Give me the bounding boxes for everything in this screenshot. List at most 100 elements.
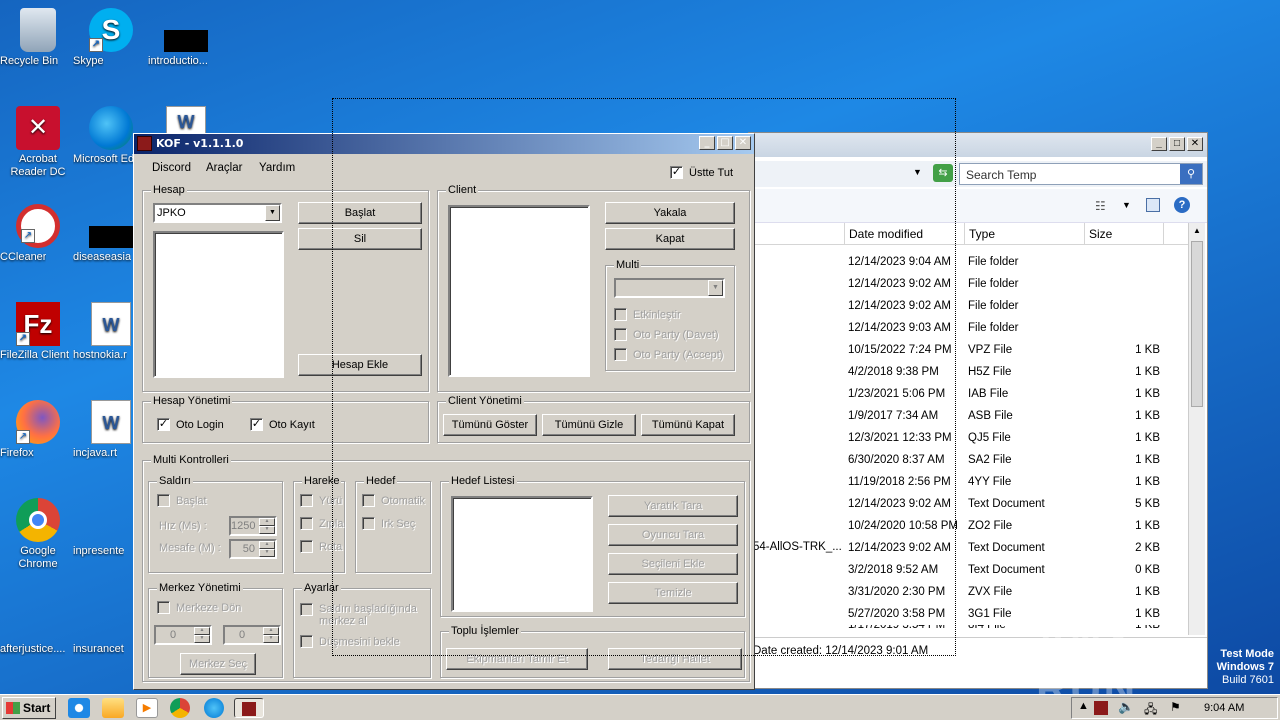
menu-yardim[interactable]: Yardım bbox=[259, 162, 295, 174]
desktop-icon-filezilla[interactable]: Fz ↗ FileZilla Client bbox=[0, 302, 76, 361]
show-hidden-icons-icon[interactable]: ▲ bbox=[1078, 700, 1089, 712]
internet-explorer-icon[interactable] bbox=[68, 698, 90, 718]
tedarigi-hallet-button[interactable]: Tedariği Hallet bbox=[608, 648, 742, 670]
spin-down-icon[interactable]: ▼ bbox=[259, 549, 275, 557]
clock[interactable]: 9:04 AM bbox=[1204, 702, 1244, 714]
ekipmanlari-tamir-button[interactable]: Ekipmanları Tamir Et bbox=[446, 648, 588, 670]
ustte-tut-checkbox[interactable]: ✓ Üstte Tut bbox=[670, 166, 733, 179]
kapat-button[interactable]: Kapat bbox=[605, 228, 735, 250]
mesafe-spinner[interactable]: 50 ▲ ▼ bbox=[229, 539, 277, 559]
merkez-x-spinner[interactable]: 0 ▲ ▼ bbox=[154, 625, 212, 645]
desktop-icon-afterjustice[interactable]: afterjustice.... bbox=[0, 596, 76, 655]
search-input[interactable]: Search Temp bbox=[966, 168, 1036, 182]
merkeze-don-checkbox[interactable]: Merkeze Dön bbox=[157, 601, 241, 614]
hedef-list[interactable] bbox=[451, 496, 593, 612]
rota-checkbox[interactable]: Rota bbox=[300, 540, 342, 553]
desktop-icon-chrome[interactable]: Google Chrome bbox=[0, 498, 76, 570]
etkinlestir-checkbox[interactable]: Etkinleştir bbox=[614, 308, 681, 321]
desktop-word-file[interactable]: W bbox=[148, 106, 224, 136]
close-icon[interactable]: ✕ bbox=[735, 136, 751, 150]
chrome-icon[interactable] bbox=[170, 698, 190, 718]
table-row[interactable]: 1/9/2017 7:34 AM ASB File 1 KB bbox=[848, 405, 1160, 427]
scroll-thumb[interactable] bbox=[1191, 241, 1203, 407]
table-row[interactable]: 4/2/2018 9:38 PM H5Z File 1 KB bbox=[848, 361, 1160, 383]
spin-down-icon[interactable]: ▼ bbox=[194, 635, 210, 643]
basla-button[interactable]: Başlat bbox=[298, 202, 422, 224]
table-row[interactable]: 12/14/2023 9:02 AM Text Document 5 KB bbox=[848, 493, 1160, 515]
menu-discord[interactable]: Discord bbox=[152, 162, 191, 174]
spin-down-icon[interactable]: ▼ bbox=[263, 635, 279, 643]
chevron-down-icon[interactable]: ▼ bbox=[265, 205, 280, 221]
column-type[interactable]: Type bbox=[964, 223, 995, 245]
table-row[interactable]: 3/31/2020 2:30 PM ZVX File 1 KB bbox=[848, 581, 1160, 603]
table-row[interactable]: 12/14/2023 9:04 AM File folder bbox=[848, 251, 1160, 273]
close-icon[interactable]: ✕ bbox=[1187, 137, 1203, 151]
saldiri-baslat-checkbox[interactable]: Başlat bbox=[157, 494, 207, 507]
vertical-scrollbar[interactable]: ▲ bbox=[1188, 223, 1205, 635]
chevron-down-icon[interactable]: ▼ bbox=[1122, 200, 1131, 210]
column-date-modified[interactable]: Date modified bbox=[844, 223, 923, 245]
dusmesini-bekle-checkbox[interactable]: Düşmesini bekle bbox=[300, 635, 400, 648]
maximize-icon[interactable]: □ bbox=[717, 136, 733, 150]
minimize-icon[interactable]: _ bbox=[699, 136, 715, 150]
desktop-icon-introductio[interactable]: introductio... bbox=[148, 8, 224, 67]
desktop-icon-acrobat[interactable]: ✕ Acrobat Reader DC bbox=[0, 106, 76, 178]
desktop-icon-ccleaner[interactable]: ↗ CCleaner bbox=[0, 204, 76, 263]
oto-kayit-checkbox[interactable]: ✓ Oto Kayıt bbox=[250, 418, 315, 431]
table-row[interactable]: 12/14/2023 9:02 AM Text Document 2 KB bbox=[848, 537, 1160, 559]
table-row[interactable]: 12/14/2023 9:02 AM File folder bbox=[848, 273, 1160, 295]
table-row[interactable]: 6/30/2020 8:37 AM SA2 File 1 KB bbox=[848, 449, 1160, 471]
volume-icon[interactable]: 🔈 bbox=[1118, 699, 1134, 715]
kof-taskbar-button[interactable] bbox=[234, 698, 264, 718]
oyuncu-tara-button[interactable]: Oyuncu Tara bbox=[608, 524, 738, 546]
oto-party-accept-checkbox[interactable]: Oto Party (Accept) bbox=[614, 348, 723, 361]
otomatik-checkbox[interactable]: Otomatik bbox=[362, 494, 425, 507]
help-icon[interactable]: ? bbox=[1174, 197, 1190, 213]
merkez-sec-button[interactable]: Merkez Seç bbox=[180, 653, 256, 675]
spin-up-icon[interactable]: ▲ bbox=[263, 627, 279, 635]
search-icon[interactable]: ⚲ bbox=[1180, 164, 1202, 184]
sil-button[interactable]: Sil bbox=[298, 228, 422, 250]
media-player-icon[interactable]: ▶ bbox=[136, 698, 158, 718]
spin-up-icon[interactable]: ▲ bbox=[194, 627, 210, 635]
search-box[interactable]: Search Temp ⚲ bbox=[959, 163, 1203, 185]
saldiri-basladiginda-checkbox[interactable]: Saldırı başladığında merkez al bbox=[300, 603, 424, 627]
column-size[interactable]: Size bbox=[1084, 223, 1164, 245]
tumunu-goster-button[interactable]: Tümünü Göster bbox=[443, 414, 537, 436]
secileni-ekle-button[interactable]: Seçileni Ekle bbox=[608, 553, 738, 575]
spin-up-icon[interactable]: ▲ bbox=[259, 518, 275, 526]
yuru-checkbox[interactable]: Yürü bbox=[300, 494, 342, 507]
network-icon[interactable]: 🖧 bbox=[1144, 700, 1157, 720]
spin-up-icon[interactable]: ▲ bbox=[259, 541, 275, 549]
oto-party-davet-checkbox[interactable]: Oto Party (Davet) bbox=[614, 328, 719, 341]
kof-tray-icon[interactable] bbox=[1094, 701, 1108, 715]
table-row[interactable]: 12/14/2023 9:03 AM File folder bbox=[848, 317, 1160, 339]
chevron-down-icon[interactable]: ▼ bbox=[708, 280, 723, 296]
preview-pane-icon[interactable] bbox=[1146, 198, 1160, 212]
client-list[interactable] bbox=[448, 205, 590, 377]
table-row[interactable]: 12/3/2021 12:33 PM QJ5 File 1 KB bbox=[848, 427, 1160, 449]
temizle-button[interactable]: Temizle bbox=[608, 582, 738, 604]
yaratik-tara-button[interactable]: Yaratık Tara bbox=[608, 495, 738, 517]
file-explorer-icon[interactable] bbox=[102, 698, 124, 718]
table-row[interactable]: 10/24/2020 10:58 PM ZO2 File 1 KB bbox=[848, 515, 1160, 537]
chevron-down-icon[interactable]: ▼ bbox=[913, 167, 922, 177]
yakala-button[interactable]: Yakala bbox=[605, 202, 735, 224]
view-options-icon[interactable]: ☷ bbox=[1095, 199, 1106, 213]
scroll-up-icon[interactable]: ▲ bbox=[1189, 223, 1205, 239]
desktop-icon-recycle-bin[interactable]: Recycle Bin bbox=[0, 8, 76, 67]
table-row[interactable]: 1/23/2021 5:06 PM IAB File 1 KB bbox=[848, 383, 1160, 405]
maximize-icon[interactable]: □ bbox=[1169, 137, 1185, 151]
desktop-icon-skype[interactable]: S ↗ Skype bbox=[73, 8, 149, 67]
refresh-icon[interactable]: ⇆ bbox=[933, 164, 953, 182]
multi-combo[interactable]: ▼ bbox=[614, 278, 725, 298]
tumunu-kapat-button[interactable]: Tümünü Kapat bbox=[641, 414, 735, 436]
irk-sec-checkbox[interactable]: Irk Seç bbox=[362, 517, 415, 530]
tumunu-gizle-button[interactable]: Tümünü Gizle bbox=[542, 414, 636, 436]
zipla-checkbox[interactable]: Zıpla bbox=[300, 517, 343, 530]
merkez-y-spinner[interactable]: 0 ▲ ▼ bbox=[223, 625, 281, 645]
table-row[interactable]: 12/14/2023 9:02 AM File folder bbox=[848, 295, 1160, 317]
table-row[interactable]: 11/19/2018 2:56 PM 4YY File 1 KB bbox=[848, 471, 1160, 493]
oto-login-checkbox[interactable]: ✓ Oto Login bbox=[157, 418, 224, 431]
action-center-flag-icon[interactable]: ⚑ bbox=[1170, 700, 1181, 714]
